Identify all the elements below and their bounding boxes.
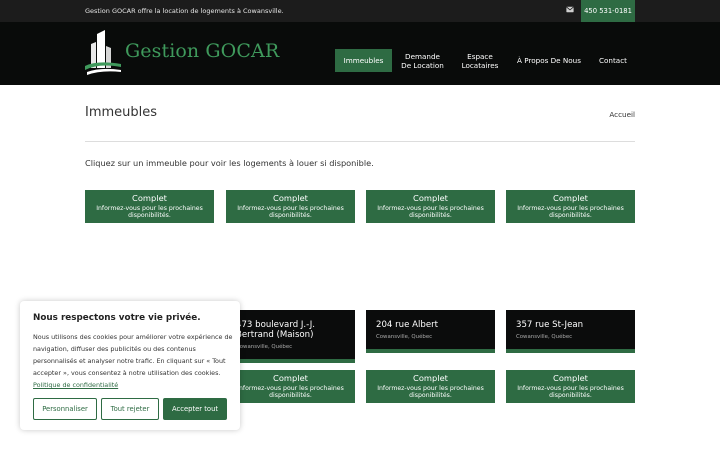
building-city: Cowansville, Québec bbox=[516, 334, 573, 340]
nav-label: Immeubles bbox=[343, 56, 384, 65]
cookie-title: Nous respectons votre vie privée. bbox=[33, 313, 201, 323]
nav-demande-de-location[interactable]: Demande De Location bbox=[396, 52, 449, 72]
building-city: Cowansville, Québec bbox=[236, 344, 293, 350]
status-note: disponibilités. bbox=[409, 392, 452, 399]
status-card[interactable]: Complet Informez-vous pour les prochaine… bbox=[366, 370, 495, 403]
cookie-consent-banner: Nous respectons votre vie privée. Nous u… bbox=[20, 301, 240, 430]
status-note: disponibilités. bbox=[409, 212, 452, 219]
card-accent-bar bbox=[366, 349, 495, 353]
nav-label: Contact bbox=[599, 56, 627, 65]
building-address: 204 rue Albert bbox=[376, 320, 439, 330]
building-address: 473 boulevard J.-J. Bertrand (Maison) bbox=[236, 320, 351, 340]
status-note: Informez-vous pour les prochaines bbox=[237, 205, 344, 212]
status-card[interactable]: Complet Informez-vous pour les prochaine… bbox=[226, 370, 355, 403]
status-card[interactable]: Complet Informez-vous pour les prochaine… bbox=[506, 370, 635, 403]
nav-label: Demande bbox=[405, 52, 440, 61]
privacy-policy-link[interactable]: Politique de confidentialité bbox=[33, 381, 118, 389]
logo-text[interactable]: Gestion GOCAR bbox=[125, 40, 279, 62]
status-label: Complet bbox=[273, 193, 308, 203]
page-title: Immeubles bbox=[85, 105, 158, 120]
top-bar: Gestion GOCAR offre la location de logem… bbox=[0, 0, 720, 22]
status-card[interactable]: Complet Informez-vous pour les prochaine… bbox=[226, 190, 355, 223]
nav-label: Locataires bbox=[461, 61, 499, 70]
status-note: disponibilités. bbox=[269, 212, 312, 219]
status-label: Complet bbox=[553, 373, 588, 383]
address-line: Bertrand (Maison) bbox=[236, 330, 314, 340]
nav-label: De Location bbox=[401, 61, 444, 70]
reject-all-button[interactable]: Tout rejeter bbox=[101, 398, 159, 420]
status-note: Informez-vous pour les prochaines bbox=[517, 205, 624, 212]
status-label: Complet bbox=[273, 373, 308, 383]
building-card[interactable]: 357 rue St-Jean Cowansville, Québec bbox=[506, 310, 635, 353]
status-card[interactable]: Complet Informez-vous pour les prochaine… bbox=[506, 190, 635, 223]
nav-espace-locataires[interactable]: Espace Locataires bbox=[455, 52, 505, 72]
divider bbox=[85, 141, 635, 142]
breadcrumb-home-link[interactable]: Accueil bbox=[609, 110, 635, 119]
status-label: Complet bbox=[413, 193, 448, 203]
intro-text: Cliquez sur un immeuble pour voir les lo… bbox=[85, 158, 374, 168]
nav-immeubles[interactable]: Immeubles bbox=[335, 49, 392, 72]
site-header: Gestion GOCAR Immeubles Demande De Locat… bbox=[0, 22, 720, 85]
cookie-text: Nous utilisons des cookies pour améliore… bbox=[33, 331, 233, 391]
customize-button[interactable]: Personnaliser bbox=[33, 398, 97, 420]
status-label: Complet bbox=[132, 193, 167, 203]
phone-button[interactable]: 450 531-0181 bbox=[581, 0, 635, 22]
nav-contact[interactable]: Contact bbox=[594, 56, 632, 68]
status-note: Informez-vous pour les prochaines bbox=[377, 205, 484, 212]
top-bar-message: Gestion GOCAR offre la location de logem… bbox=[85, 7, 284, 15]
status-note: disponibilités. bbox=[128, 212, 171, 219]
status-note: disponibilités. bbox=[549, 392, 592, 399]
status-card[interactable]: Complet Informez-vous pour les prochaine… bbox=[85, 190, 214, 223]
status-note: Informez-vous pour les prochaines bbox=[517, 385, 624, 392]
envelope-icon[interactable] bbox=[566, 6, 574, 13]
status-note: Informez-vous pour les prochaines bbox=[237, 385, 344, 392]
nav-label: Espace bbox=[467, 52, 493, 61]
status-note: Informez-vous pour les prochaines bbox=[96, 205, 203, 212]
building-card[interactable]: 204 rue Albert Cowansville, Québec bbox=[366, 310, 495, 353]
status-card[interactable]: Complet Informez-vous pour les prochaine… bbox=[366, 190, 495, 223]
nav-label: À Propos De Nous bbox=[517, 56, 581, 65]
building-city: Cowansville, Québec bbox=[376, 334, 433, 340]
status-label: Complet bbox=[553, 193, 588, 203]
nav-a-propos[interactable]: À Propos De Nous bbox=[512, 56, 586, 68]
status-note: disponibilités. bbox=[549, 212, 592, 219]
building-logo-icon[interactable] bbox=[85, 30, 121, 76]
cookie-body: Nous utilisons des cookies pour améliore… bbox=[33, 333, 233, 377]
building-card[interactable]: 473 boulevard J.-J. Bertrand (Maison) Co… bbox=[226, 310, 355, 363]
status-note: Informez-vous pour les prochaines bbox=[377, 385, 484, 392]
status-note: disponibilités. bbox=[269, 392, 312, 399]
accept-all-button[interactable]: Accepter tout bbox=[163, 398, 227, 420]
status-label: Complet bbox=[413, 373, 448, 383]
address-line: 473 boulevard J.-J. bbox=[236, 320, 316, 330]
card-accent-bar bbox=[226, 359, 355, 363]
card-accent-bar bbox=[506, 349, 635, 353]
building-address: 357 rue St-Jean bbox=[516, 320, 584, 330]
